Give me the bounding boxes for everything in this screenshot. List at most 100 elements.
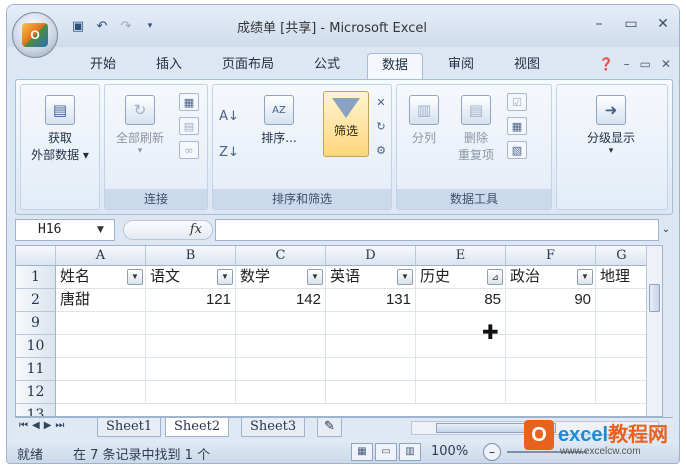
help-icon[interactable]: ❓ [599, 57, 614, 71]
table-cell[interactable]: 142 [236, 289, 326, 312]
table-cell[interactable]: 唐甜 [56, 289, 146, 312]
outline-button[interactable]: ➜ 分级显示 ▾ [563, 95, 659, 156]
tab-data[interactable]: 数据 [367, 53, 423, 79]
insert-function-icon[interactable]: fx [190, 222, 202, 237]
table-cell[interactable] [146, 358, 236, 381]
zoom-out-button[interactable]: – [483, 443, 501, 461]
filter-dropdown-icon[interactable]: ▼ [307, 269, 323, 285]
worksheet-grid[interactable]: A B C D E F G 1 2 9 10 11 12 13 姓名 ▼ 语文 ▼ … [15, 245, 663, 417]
table-cell[interactable] [56, 335, 146, 358]
row-header[interactable]: 11 [16, 358, 56, 381]
row-header[interactable]: 12 [16, 381, 56, 404]
close-button[interactable]: ✕ [647, 13, 679, 35]
table-cell[interactable] [506, 381, 596, 404]
sort-button[interactable]: AZ 排序... [249, 95, 309, 146]
col-header-a[interactable]: A [56, 246, 146, 266]
row-header[interactable]: 1 [16, 266, 56, 289]
vertical-scrollbar[interactable] [646, 246, 662, 416]
active-filter-icon[interactable]: ⊿ [487, 269, 503, 285]
page-break-view-icon[interactable]: ▥ [399, 443, 421, 461]
refresh-all-button[interactable]: ↻ 全部刷新 ▾ [109, 95, 171, 156]
filter-dropdown-icon[interactable]: ▼ [217, 269, 233, 285]
table-cell[interactable]: 85 [416, 289, 506, 312]
table-cell[interactable] [236, 358, 326, 381]
save-icon[interactable]: ▣ [69, 17, 87, 35]
sheet-tab-sheet1[interactable]: Sheet1 [97, 418, 162, 437]
normal-view-icon[interactable]: ▦ [351, 443, 373, 461]
undo-icon[interactable]: ↶ [93, 17, 111, 35]
properties-icon[interactable]: ▤ [179, 117, 199, 135]
table-cell[interactable] [236, 312, 326, 335]
table-header-cell[interactable]: 历史 ⊿ [416, 266, 506, 289]
table-cell[interactable] [56, 312, 146, 335]
table-header-cell[interactable]: 英语 ▼ [326, 266, 416, 289]
what-if-icon[interactable]: ▧ [507, 141, 527, 159]
table-header-cell[interactable]: 地理 [596, 266, 648, 289]
table-cell[interactable] [596, 335, 648, 358]
tab-formulas[interactable]: 公式 [301, 53, 353, 79]
row-header[interactable]: 9 [16, 312, 56, 335]
table-cell[interactable] [506, 312, 596, 335]
table-cell[interactable] [596, 381, 648, 404]
table-cell[interactable] [596, 289, 648, 312]
tab-review[interactable]: 审阅 [435, 53, 487, 79]
table-cell[interactable] [416, 381, 506, 404]
col-header-e[interactable]: E [416, 246, 506, 266]
advanced-filter-icon[interactable]: ⚙ [371, 141, 391, 159]
tab-page-layout[interactable]: 页面布局 [209, 53, 287, 79]
text-to-columns-button[interactable]: ▥ 分列 [401, 95, 447, 146]
table-cell[interactable]: 131 [326, 289, 416, 312]
get-external-data-button[interactable]: ▤ 获取 外部数据 ▾ [27, 95, 93, 163]
ribbon-minimize-icon[interactable]: – [624, 57, 630, 71]
col-header-b[interactable]: B [146, 246, 236, 266]
table-cell[interactable] [236, 335, 326, 358]
customize-qat-icon[interactable]: ▾ [141, 17, 159, 35]
table-cell[interactable] [506, 335, 596, 358]
consolidate-icon[interactable]: ▦ [507, 117, 527, 135]
insert-sheet-icon[interactable]: ✎ [317, 418, 342, 437]
ribbon-close-icon[interactable]: ✕ [661, 57, 671, 71]
minimize-button[interactable]: – [583, 13, 615, 35]
table-cell[interactable] [326, 358, 416, 381]
table-cell[interactable] [146, 312, 236, 335]
reapply-icon[interactable]: ↻ [371, 117, 391, 135]
row-header[interactable]: 13 [16, 404, 56, 416]
sheet-tab-sheet3[interactable]: Sheet3 [241, 418, 306, 437]
sort-descending-icon[interactable]: Z↓ [219, 143, 239, 161]
table-header-cell[interactable]: 数学 ▼ [236, 266, 326, 289]
table-cell[interactable] [326, 335, 416, 358]
table-header-cell[interactable]: 语文 ▼ [146, 266, 236, 289]
table-cell[interactable] [56, 358, 146, 381]
filter-dropdown-icon[interactable]: ▼ [577, 269, 593, 285]
tab-home[interactable]: 开始 [77, 53, 129, 79]
zoom-level[interactable]: 100% [431, 444, 468, 459]
table-cell[interactable] [326, 381, 416, 404]
table-cell[interactable] [56, 381, 146, 404]
data-validation-icon[interactable]: ☑ [507, 93, 527, 111]
office-button[interactable]: O [12, 12, 58, 58]
clear-filter-icon[interactable]: ✕ [371, 93, 391, 111]
name-box-dropdown-icon[interactable]: ▼ [97, 219, 104, 241]
table-cell[interactable] [506, 358, 596, 381]
table-cell[interactable] [416, 358, 506, 381]
col-header-g[interactable]: G [596, 246, 648, 266]
col-header-c[interactable]: C [236, 246, 326, 266]
row-header[interactable]: 2 [16, 289, 56, 312]
table-cell[interactable] [326, 312, 416, 335]
table-header-cell[interactable]: 姓名 ▼ [56, 266, 146, 289]
select-all-corner[interactable] [16, 246, 56, 266]
table-cell[interactable] [596, 358, 648, 381]
formula-input[interactable] [215, 219, 659, 241]
edit-links-icon[interactable]: ∞ [179, 141, 199, 159]
table-cell[interactable] [146, 381, 236, 404]
sheet-nav-buttons[interactable]: ⏮◀▶⏭ [19, 420, 68, 431]
table-cell[interactable]: 90 [506, 289, 596, 312]
tab-insert[interactable]: 插入 [143, 53, 195, 79]
col-header-d[interactable]: D [326, 246, 416, 266]
sort-ascending-icon[interactable]: A↓ [219, 107, 239, 125]
maximize-button[interactable]: ▭ [615, 13, 647, 35]
table-cell[interactable] [596, 312, 648, 335]
redo-icon[interactable]: ↷ [117, 17, 135, 35]
table-cell[interactable]: 121 [146, 289, 236, 312]
filter-dropdown-icon[interactable]: ▼ [127, 269, 143, 285]
